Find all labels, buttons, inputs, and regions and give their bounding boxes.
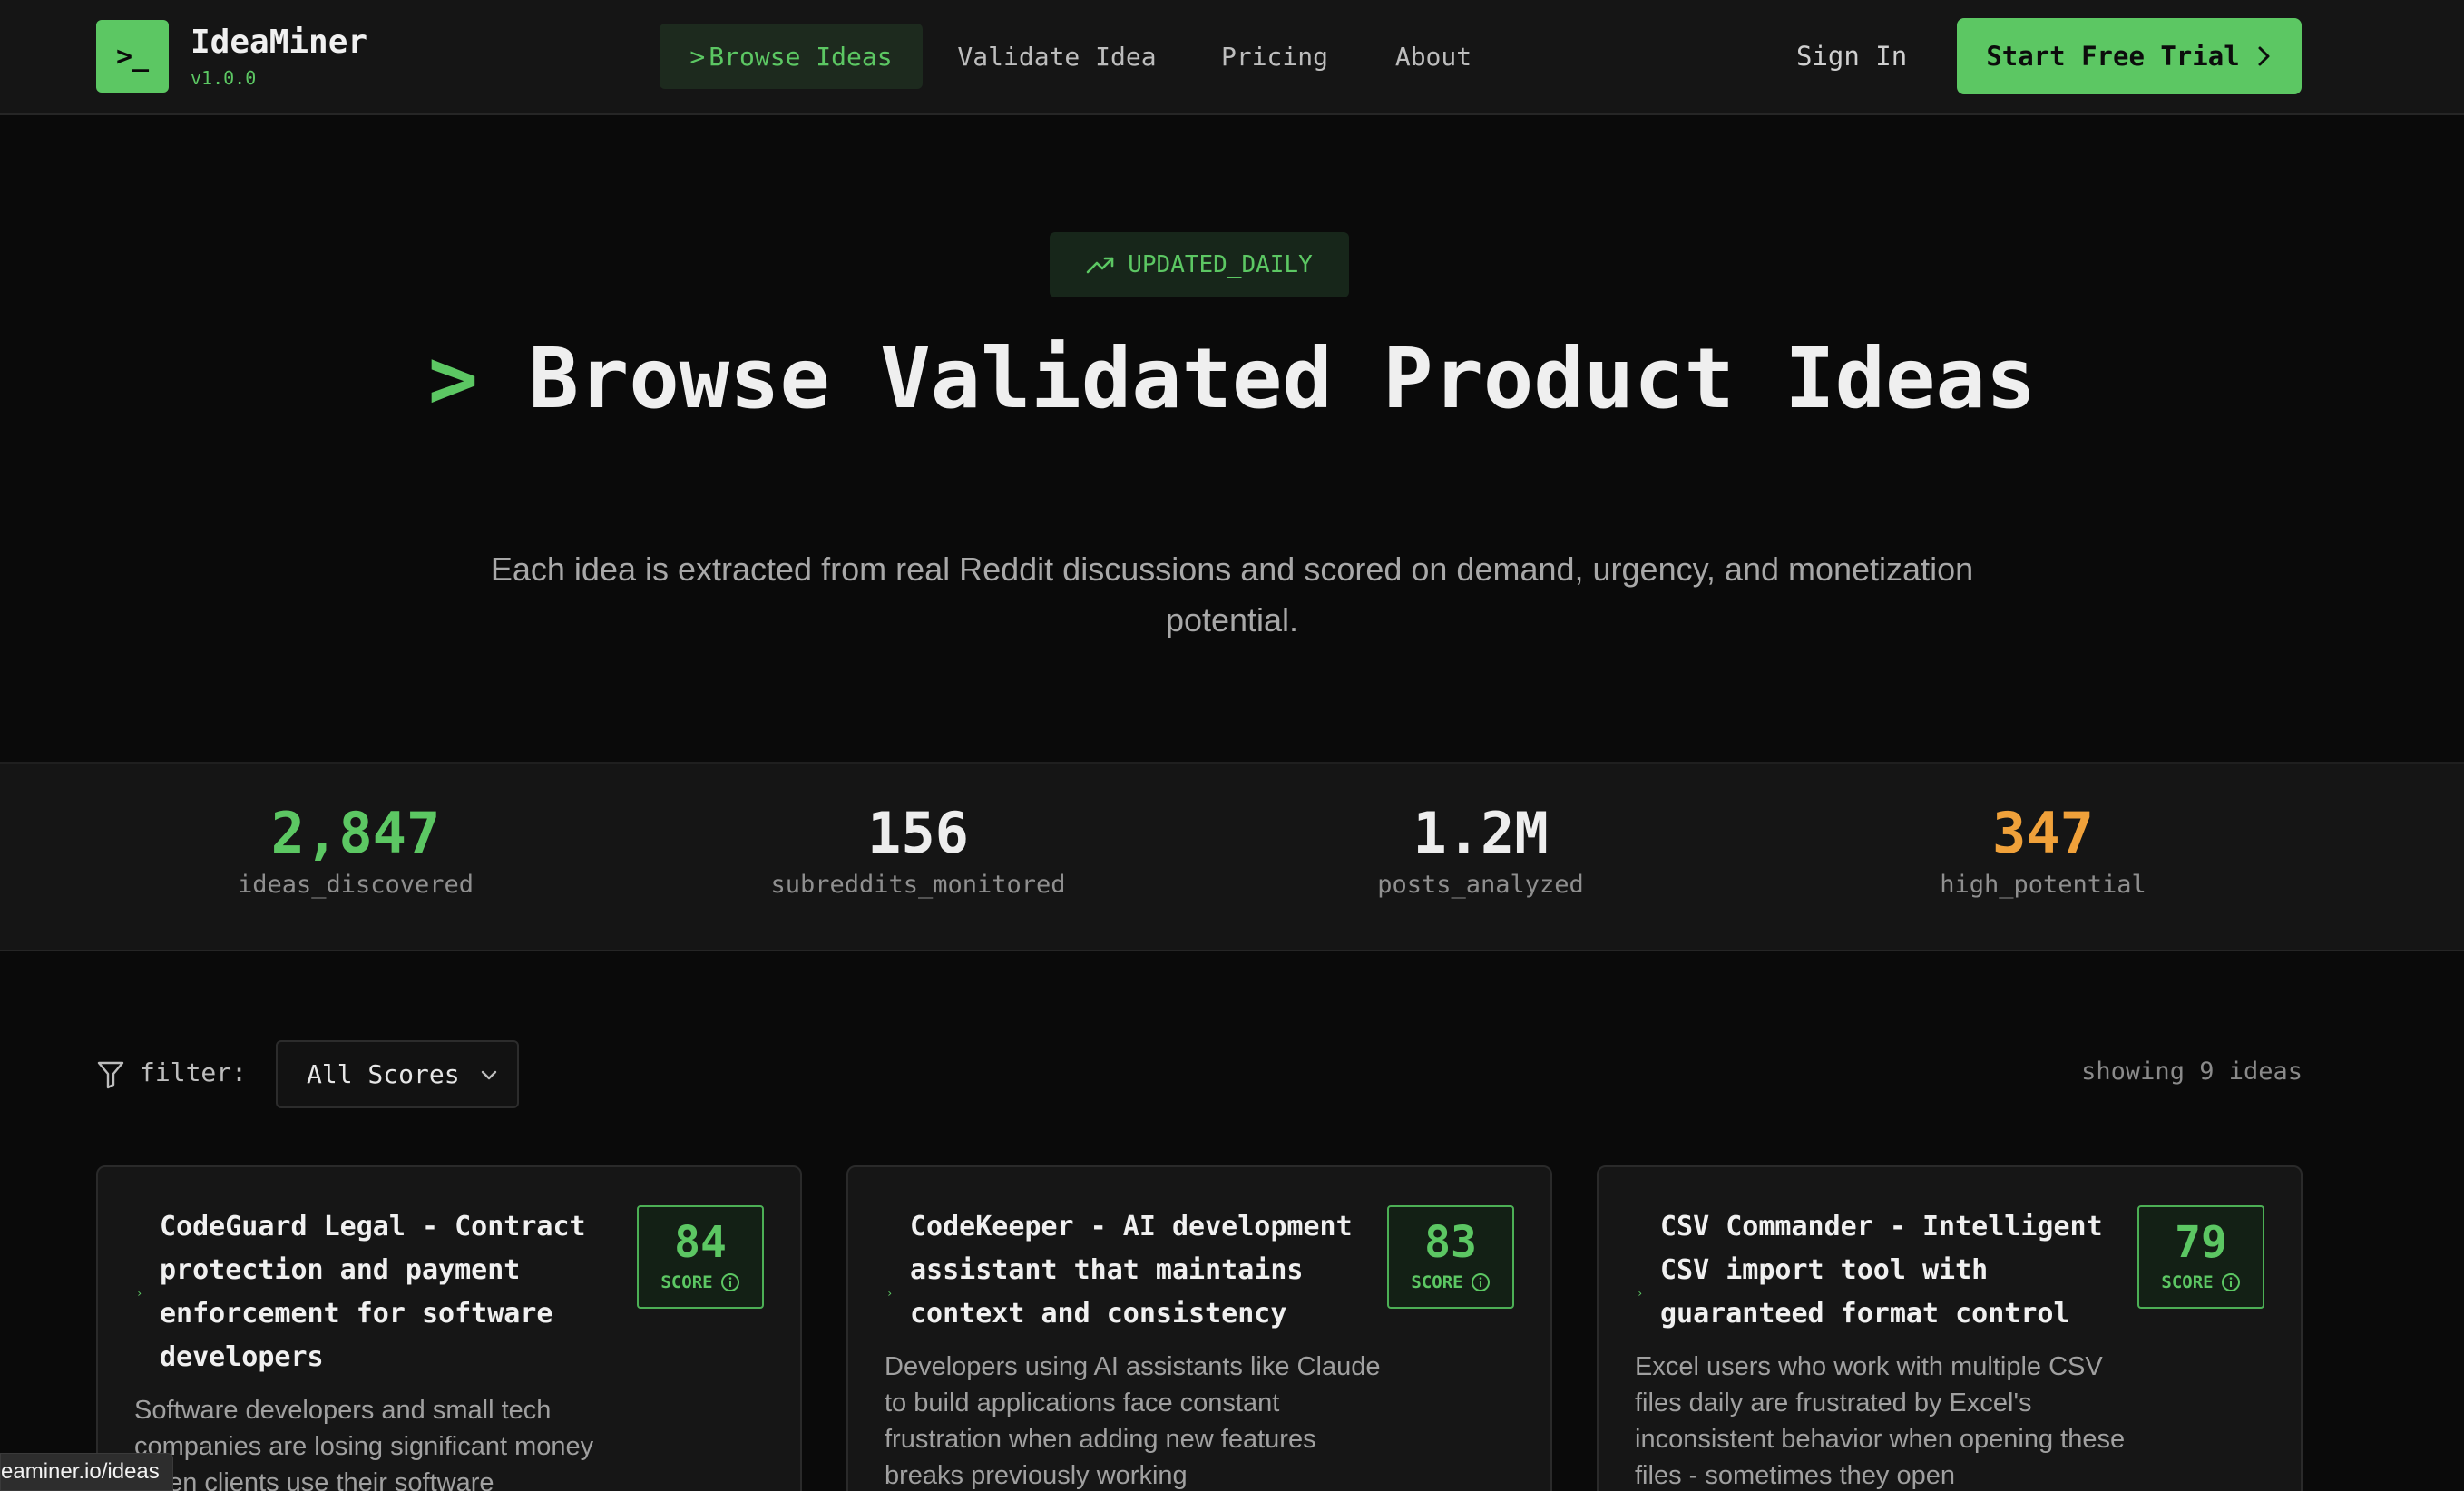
- stat-value: 156: [867, 800, 969, 866]
- idea-title[interactable]: CodeKeeper - AI development assistant th…: [910, 1205, 1364, 1336]
- stat-label: posts_analyzed: [1377, 871, 1584, 899]
- info-icon[interactable]: [2221, 1272, 2241, 1292]
- idea-card[interactable]: › CodeKeeper - AI development assistant …: [846, 1165, 1552, 1491]
- stat-ideas-discovered: 2,847 ideas_discovered: [129, 800, 582, 900]
- score-badge: 84 SCORE: [637, 1205, 764, 1309]
- chevron-right-icon: [2258, 46, 2270, 66]
- stat-value: 347: [1992, 800, 2094, 866]
- score-filter-select[interactable]: All Scores: [276, 1040, 519, 1108]
- score-label: SCORE: [660, 1272, 713, 1292]
- cta-label: Start Free Trial: [1986, 41, 2240, 72]
- brand-name[interactable]: IdeaMiner: [191, 24, 367, 61]
- nav-label: Pricing: [1220, 41, 1328, 72]
- logo-glyph: >_: [115, 40, 150, 73]
- idea-title[interactable]: CodeGuard Legal - Contract protection an…: [160, 1205, 613, 1379]
- nav-pricing[interactable]: Pricing: [1207, 24, 1343, 89]
- page-subtitle: Each idea is extracted from real Reddit …: [490, 551, 1974, 638]
- idea-card[interactable]: › CodeGuard Legal - Contract protection …: [96, 1165, 802, 1491]
- score-value: 83: [1424, 1217, 1477, 1268]
- chevron-right-icon: ›: [1637, 1287, 1644, 1300]
- sign-in-link[interactable]: Sign In: [1796, 24, 1907, 89]
- stat-value: 1.2M: [1413, 800, 1549, 866]
- score-label-row: SCORE: [2139, 1272, 2263, 1292]
- nav-validate-idea[interactable]: Validate Idea: [944, 24, 1170, 89]
- stat-posts-analyzed: 1.2M posts_analyzed: [1254, 800, 1707, 900]
- chevron-right-icon: ›: [886, 1287, 894, 1300]
- stat-value: 2,847: [270, 800, 441, 866]
- select-value: All Scores: [307, 1059, 460, 1089]
- idea-description: Software developers and small tech compa…: [134, 1396, 594, 1491]
- results-count: showing 9 ideas: [2081, 1057, 2303, 1086]
- info-icon[interactable]: [1471, 1272, 1491, 1292]
- stats-bar: 2,847 ideas_discovered 156 subreddits_mo…: [0, 762, 2464, 951]
- score-label-row: SCORE: [639, 1272, 762, 1292]
- score-badge: 83 SCORE: [1387, 1205, 1514, 1309]
- start-free-trial-button[interactable]: Start Free Trial: [1957, 18, 2302, 94]
- nav-browse-ideas[interactable]: > Browse Ideas: [660, 24, 923, 89]
- score-badge: 79 SCORE: [2137, 1205, 2264, 1309]
- stat-label: subreddits_monitored: [770, 871, 1066, 899]
- idea-title[interactable]: CSV Commander - Intelligent CSV import t…: [1660, 1205, 2114, 1336]
- nav-label: Validate Idea: [957, 41, 1157, 72]
- badge-label: UPDATED_DAILY: [1128, 251, 1313, 278]
- score-value: 79: [2175, 1217, 2227, 1268]
- stat-label: high_potential: [1940, 871, 2146, 899]
- nav-about[interactable]: About: [1379, 24, 1488, 89]
- stat-high-potential: 347 high_potential: [1816, 800, 2270, 900]
- score-label: SCORE: [1411, 1272, 1463, 1292]
- nav-prompt-glyph: >: [689, 41, 706, 72]
- idea-description: Developers using AI assistants like Clau…: [885, 1352, 1381, 1490]
- nav-label: About: [1394, 41, 1472, 72]
- idea-card[interactable]: › CSV Commander - Intelligent CSV import…: [1597, 1165, 2303, 1491]
- page-title: > Browse Validated Product Ideas: [325, 336, 2139, 423]
- title-text: Browse Validated Product Ideas: [528, 330, 2037, 427]
- top-nav-bar: >_ IdeaMiner v1.0.0 > Browse Ideas Valid…: [0, 0, 2464, 115]
- status-bar-url: eaminer.io/ideas: [0, 1453, 173, 1491]
- filter-icon: [97, 1061, 124, 1089]
- stat-subreddits-monitored: 156 subreddits_monitored: [691, 800, 1145, 900]
- terminal-logo-icon[interactable]: >_: [96, 20, 169, 93]
- info-icon[interactable]: [720, 1272, 740, 1292]
- app-version: v1.0.0: [191, 67, 257, 89]
- idea-description: Excel users who work with multiple CSV f…: [1635, 1352, 2126, 1490]
- nav-label: Browse Ideas: [709, 41, 893, 72]
- chevron-right-icon: ›: [136, 1287, 143, 1300]
- updated-daily-badge: UPDATED_DAILY: [1050, 232, 1349, 297]
- score-value: 84: [674, 1217, 727, 1268]
- title-prompt-glyph: >: [427, 330, 479, 427]
- trending-up-icon: [1086, 257, 1114, 274]
- stat-label: ideas_discovered: [237, 871, 474, 899]
- score-label-row: SCORE: [1389, 1272, 1512, 1292]
- chevron-down-icon: [481, 1070, 497, 1080]
- filter-label: filter:: [140, 1057, 248, 1087]
- score-label: SCORE: [2161, 1272, 2214, 1292]
